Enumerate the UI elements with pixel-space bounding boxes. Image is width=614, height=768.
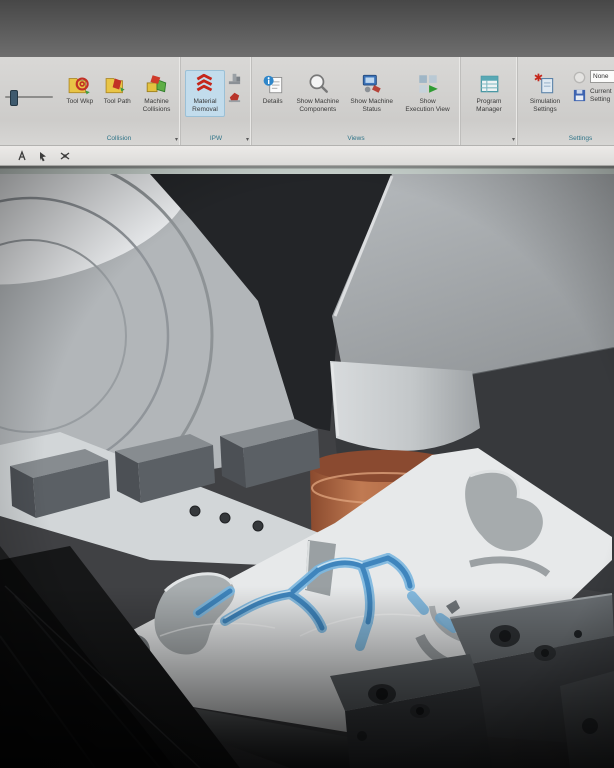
button-label: Machine Collisions xyxy=(143,98,171,115)
quick-toolbar xyxy=(0,146,614,166)
group-label-views: Views xyxy=(252,132,460,145)
toolpath-folder-icon xyxy=(105,72,129,96)
details-button[interactable]: Details xyxy=(256,70,289,108)
show-machine-components-button[interactable]: Show Machine Components xyxy=(291,70,344,117)
machine-collisions-button[interactable]: Machine Collisions xyxy=(137,70,176,117)
playback-slider-thumb[interactable] xyxy=(10,90,18,106)
current-setting-input[interactable]: None xyxy=(590,70,614,83)
ipw-removal-small-icon[interactable] xyxy=(227,88,242,103)
quick-toolbar-icon-2[interactable] xyxy=(38,150,50,162)
title-bar xyxy=(0,0,614,57)
details-info-icon xyxy=(261,72,285,96)
ribbon-group-collision: Tool Wkp Tool Path Machine Collisions Co… xyxy=(58,57,181,145)
tool-wkp-button[interactable]: Tool Wkp xyxy=(62,70,98,108)
execution-view-icon xyxy=(416,72,440,96)
button-label: Show Machine Components xyxy=(296,98,339,115)
program-manager-button[interactable]: Program Manager xyxy=(466,70,512,117)
group-label-collision: Collision xyxy=(58,132,180,145)
toolpath-folder-icon xyxy=(68,72,92,96)
button-label: Tool Path xyxy=(104,98,131,106)
show-machine-status-button[interactable]: Show Machine Status xyxy=(346,70,397,117)
button-label: Show Machine Status xyxy=(350,98,393,115)
button-label: Tool Wkp xyxy=(66,98,93,106)
material-removal-icon xyxy=(193,72,217,96)
group-label-ipw: IPW xyxy=(181,132,251,145)
spindle-nose xyxy=(330,361,480,451)
machine-collision-icon xyxy=(145,72,169,96)
group-label-program xyxy=(461,132,517,145)
ribbon-group-settings: Simulation Settings None Current Setting… xyxy=(518,57,614,145)
ipw-machine-small-icon[interactable] xyxy=(227,71,242,86)
simulation-settings-icon xyxy=(533,72,557,96)
magnifier-icon xyxy=(306,72,330,96)
save-icon[interactable] xyxy=(572,88,587,103)
show-execution-view-button[interactable]: Show Execution View xyxy=(399,70,456,117)
playback-slider-zone xyxy=(0,57,58,145)
quick-toolbar-icon-1[interactable] xyxy=(17,150,29,162)
program-manager-icon xyxy=(477,72,501,96)
button-label: Program Manager xyxy=(476,98,502,115)
button-label: Show Execution View xyxy=(405,98,449,115)
button-label: Details xyxy=(263,98,283,106)
ribbon-group-ipw: Material Removal IPW ▾ xyxy=(181,57,252,145)
material-removal-button[interactable]: Material Removal xyxy=(185,70,225,117)
group-dropdown-caret[interactable]: ▾ xyxy=(246,137,249,143)
tool-path-button[interactable]: Tool Path xyxy=(100,70,136,108)
group-label-settings: Settings xyxy=(518,132,614,145)
viewport-3d[interactable] xyxy=(0,166,614,768)
ribbon-group-program: Program Manager ▾ xyxy=(461,57,518,145)
machine-status-icon xyxy=(360,72,384,96)
group-dropdown-caret[interactable]: ▾ xyxy=(175,137,178,143)
simulation-settings-button[interactable]: Simulation Settings xyxy=(522,70,568,132)
group-dropdown-caret[interactable]: ▾ xyxy=(512,137,515,143)
button-label: Material Removal xyxy=(192,98,218,115)
ribbon-group-views: Details Show Machine Components Show Mac… xyxy=(252,57,461,145)
disabled-circle-icon xyxy=(572,70,587,85)
ribbon-toolbar: Tool Wkp Tool Path Machine Collisions Co… xyxy=(0,57,614,146)
button-label: Simulation Settings xyxy=(530,98,560,115)
quick-toolbar-icon-3[interactable] xyxy=(59,150,71,162)
current-setting-label: Current Setting xyxy=(590,88,612,105)
